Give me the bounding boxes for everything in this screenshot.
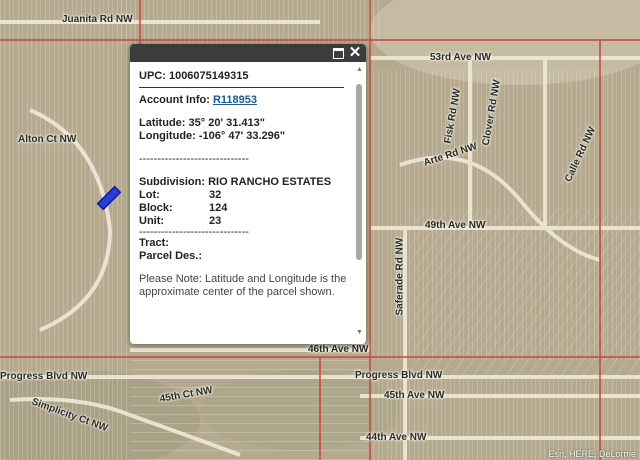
block-label: Block: [139, 202, 173, 214]
longitude-row: Longitude: -106° 47' 33.296" [139, 130, 352, 143]
parcel-des-label: Parcel Des.: [139, 250, 202, 262]
map-attribution: Esri, HERE, DeLorme [548, 449, 636, 459]
block-value: 124 [209, 202, 228, 214]
popup-content[interactable]: UPC: 1006075149315 Account Info: R118953… [130, 62, 352, 344]
subdivision-row: Subdivision: RIO RANCHO ESTATES [139, 176, 352, 189]
street-label: Progress Blvd NW [355, 370, 443, 381]
latitude-value: 35° 20' 31.413" [188, 117, 265, 129]
street-label: Alton Ct NW [18, 134, 77, 145]
upc-value: 1006075149315 [168, 70, 249, 82]
latitude-row: Latitude: 35° 20' 31.413" [139, 117, 352, 130]
scroll-up-icon[interactable]: ▲ [356, 66, 363, 73]
account-row: Account Info: R118953 [139, 94, 352, 107]
lot-label: Lot: [139, 189, 160, 201]
maximize-icon [332, 48, 344, 59]
subdivision-label: Subdivision: [139, 176, 205, 188]
latitude-label: Latitude: [139, 117, 186, 129]
street-label: 44th Ave NW [366, 432, 427, 443]
subdivision-value: RIO RANCHO ESTATES [208, 176, 332, 188]
tract-label: Tract: [139, 237, 169, 249]
street-label: Progress Blvd NW [0, 371, 88, 382]
street-label: Saferade Rd NW [394, 237, 406, 316]
close-button[interactable]: ✕ [347, 45, 363, 61]
scroll-thumb[interactable] [356, 84, 362, 260]
account-label: Account Info: [139, 94, 210, 106]
longitude-label: Longitude: [139, 130, 196, 142]
longitude-value: -106° 47' 33.296" [198, 130, 286, 142]
lot-row: Lot: 32 [139, 189, 352, 202]
close-icon: ✕ [348, 44, 362, 61]
street-label: 46th Ave NW [308, 344, 369, 355]
street-label: 53rd Ave NW [430, 52, 491, 63]
lat-long-note: Please Note: Latitude and Longitude is t… [139, 273, 347, 298]
upc-label: UPC: [139, 70, 166, 82]
popup-scrollbar[interactable]: ▲ ▼ [353, 62, 365, 344]
street-label: 49th Ave NW [425, 220, 486, 231]
divider [139, 87, 344, 88]
street-label: 45th Ave NW [384, 390, 445, 401]
popup-header: ✕ [130, 44, 366, 62]
upc-row: UPC: 1006075149315 [139, 70, 352, 83]
parcel-info-popup: ✕ UPC: 1006075149315 Account Info: R1189… [130, 44, 366, 344]
street-label: Juanita Rd NW [62, 14, 133, 25]
dash-separator: ------------------------------ [139, 226, 249, 238]
maximize-button[interactable] [330, 45, 346, 61]
scroll-down-icon[interactable]: ▼ [356, 329, 363, 336]
dash-separator: ------------------------------ [139, 153, 249, 165]
lot-value: 32 [209, 189, 222, 201]
account-link[interactable]: R118953 [213, 94, 257, 106]
block-row: Block: 124 [139, 202, 352, 215]
